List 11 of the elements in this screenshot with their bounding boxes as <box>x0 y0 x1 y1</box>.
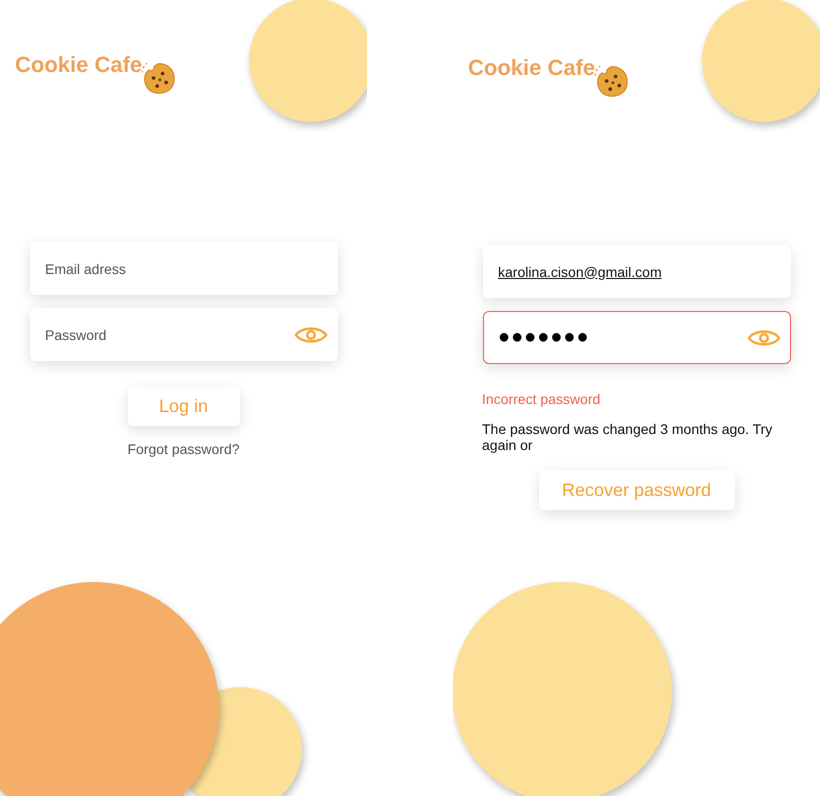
password-field[interactable]: ●●●●●●● <box>483 311 791 364</box>
email-field[interactable]: karolina.cison@gmail.com <box>483 245 791 298</box>
email-field[interactable]: Email adress <box>30 242 338 295</box>
info-message: The password was changed 3 months ago. Try again or <box>482 421 774 453</box>
cookie-icon <box>594 63 630 99</box>
error-message: Incorrect password <box>482 391 600 407</box>
logo-text: Cookie Cafe <box>15 52 142 78</box>
forgot-password-link[interactable]: Forgot password? <box>127 441 240 457</box>
cookie-icon <box>141 60 178 96</box>
logo-text: Cookie Cafe <box>468 55 596 81</box>
password-field[interactable]: Password <box>30 308 338 361</box>
